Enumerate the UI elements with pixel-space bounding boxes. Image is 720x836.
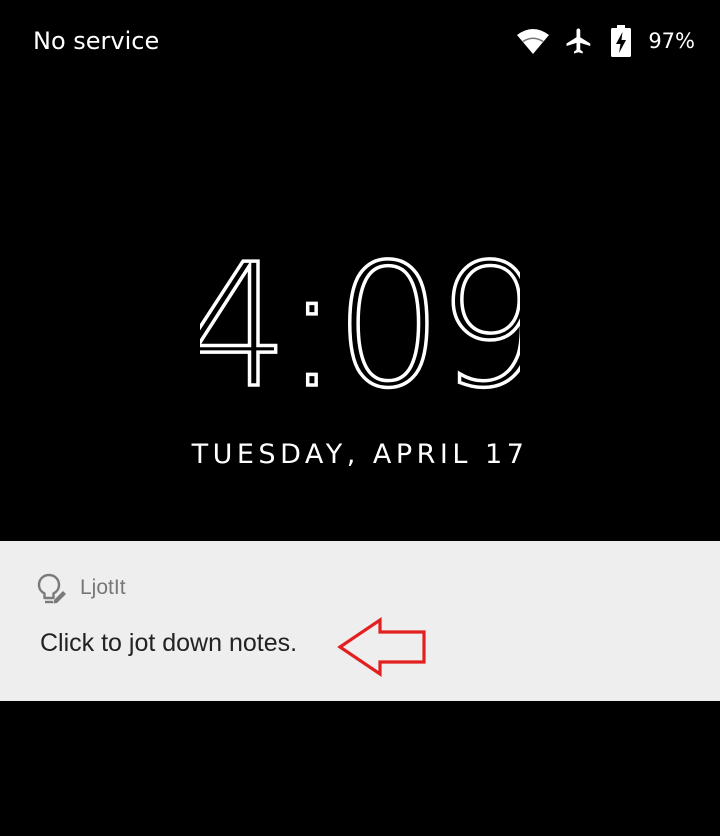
battery-charging-icon bbox=[611, 25, 632, 57]
status-icons: 97% bbox=[516, 24, 695, 58]
lock-screen-clock: 4:09 bbox=[0, 252, 720, 402]
lock-screen-date: TUESDAY, APRIL 17 bbox=[191, 439, 529, 470]
red-arrow-annotation-icon bbox=[337, 616, 426, 678]
carrier-label: No service bbox=[33, 27, 160, 55]
clock-time: 4:09 bbox=[200, 252, 520, 402]
wifi-icon bbox=[517, 29, 550, 54]
clock-time-graphic: 4:09 bbox=[200, 252, 520, 402]
notification-app-name: LjotIt bbox=[80, 576, 126, 599]
battery-percentage: 97% bbox=[648, 29, 695, 53]
notification-text[interactable]: Click to jot down notes. bbox=[40, 626, 297, 660]
airplane-mode-icon bbox=[566, 28, 591, 54]
status-bar: No service 97% bbox=[0, 0, 720, 84]
lightbulb-icon bbox=[37, 573, 66, 604]
